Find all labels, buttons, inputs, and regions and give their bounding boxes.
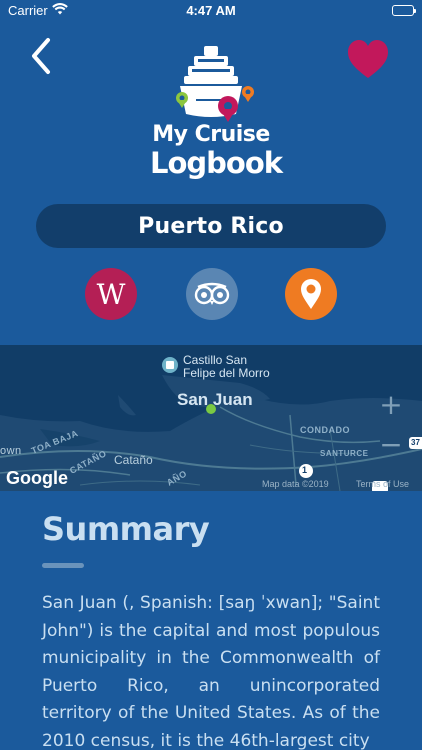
location-title: Puerto Rico	[36, 204, 386, 248]
summary-heading: Summary	[42, 510, 210, 548]
logo-text-line2: Logbook	[150, 146, 283, 180]
map-condado-label: CONDADO	[300, 425, 350, 435]
map-zoom-out-button[interactable]: −	[371, 425, 411, 465]
favorite-button[interactable]	[346, 38, 390, 80]
map-copyright: Map data ©2019	[262, 479, 329, 489]
heart-icon	[348, 40, 388, 78]
map-location-button[interactable]	[285, 268, 337, 320]
cruise-ship-icon	[176, 46, 254, 122]
map-view[interactable]: Castillo San Felipe del Morro San Juan o…	[0, 345, 422, 491]
map-place-line1: Castillo San	[183, 353, 248, 367]
status-bar: Carrier 4:47 AM	[0, 0, 422, 22]
tripadvisor-button[interactable]	[186, 268, 238, 320]
map-catano-label: Cataño	[114, 453, 153, 467]
wikipedia-icon: W	[96, 277, 126, 311]
google-logo[interactable]: Google	[6, 468, 68, 489]
battery-icon	[392, 5, 416, 16]
summary-divider	[42, 563, 84, 568]
map-town-label: own	[0, 445, 22, 457]
map-terms-link[interactable]: Terms of Use	[356, 479, 409, 489]
map-place-label: Castillo San Felipe del Morro	[183, 354, 270, 380]
summary-text: San Juan (, Spanish: [saŋ ˈxwan]; "Saint…	[42, 593, 380, 750]
map-pin-icon	[301, 279, 321, 309]
logo-text-line1: My Cruise	[152, 122, 270, 147]
map-santurce-label: SANTURCE	[320, 449, 369, 458]
map-zoom-in-button[interactable]: +	[371, 385, 411, 425]
map-city-label: San Juan	[177, 390, 253, 409]
map-place-line2: Felipe del Morro	[183, 366, 270, 380]
status-time: 4:47 AM	[186, 3, 236, 18]
app-logo: My Cruise Logbook	[150, 44, 283, 186]
map-route-1: 1	[302, 465, 308, 475]
chevron-left-icon	[32, 38, 50, 74]
back-button[interactable]	[26, 36, 56, 76]
tripadvisor-owl-icon	[194, 282, 230, 305]
map-route-37: 37	[411, 438, 420, 447]
wikipedia-button[interactable]: W	[85, 268, 137, 320]
